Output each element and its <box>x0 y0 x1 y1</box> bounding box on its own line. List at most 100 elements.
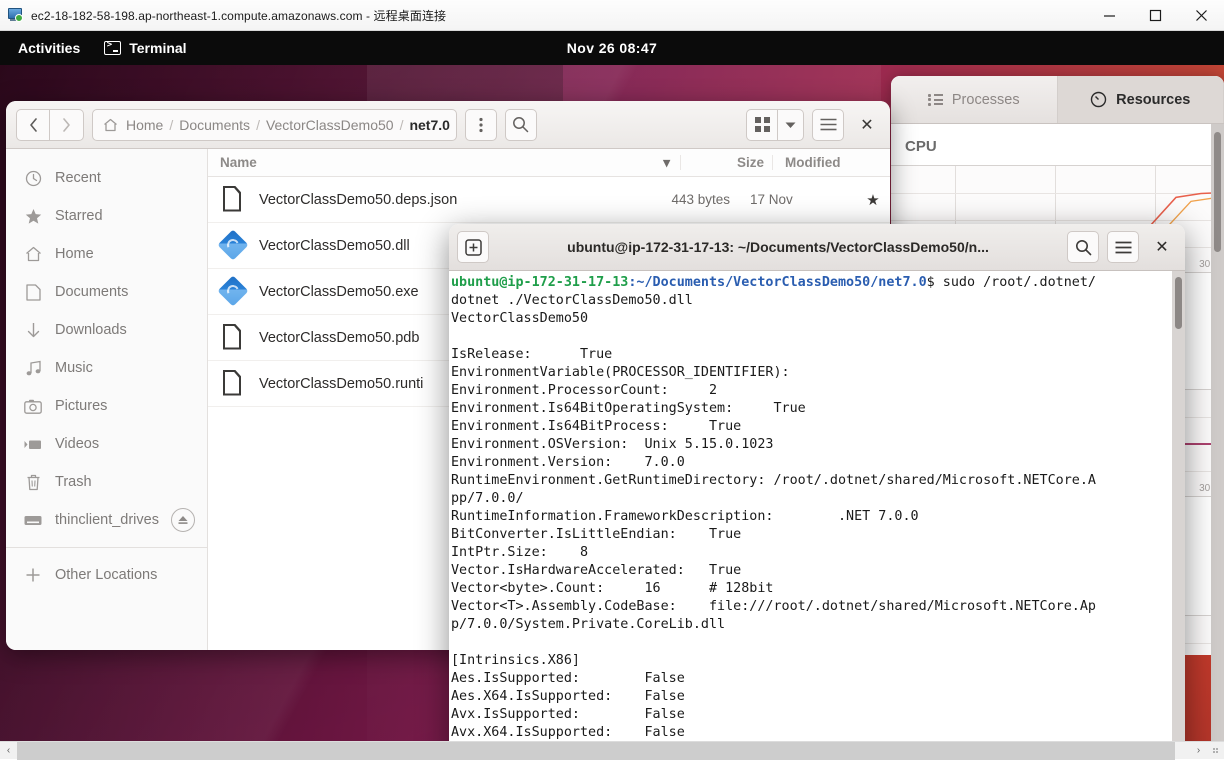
terminal-window: ubuntu@ip-172-31-17-13: ~/Documents/Vect… <box>449 224 1185 741</box>
file-name: VectorClassDemo50.exe <box>259 284 419 300</box>
topbar-app-terminal[interactable]: Terminal <box>94 40 196 56</box>
file-pdb-icon <box>220 323 246 353</box>
rdp-window: ec2-18-182-58-198.ap-northeast-1.compute… <box>0 0 1224 759</box>
tab-processes[interactable]: Processes <box>891 76 1058 123</box>
forward-button[interactable] <box>50 109 84 141</box>
sidebar-item-recent[interactable]: Recent <box>6 159 207 197</box>
table-row[interactable]: VectorClassDemo50.deps.json 443 bytes 17… <box>208 177 890 223</box>
system-monitor-scrollbar[interactable] <box>1211 124 1224 741</box>
column-header-size[interactable]: Size <box>680 155 772 170</box>
minimize-button[interactable] <box>1086 0 1132 31</box>
rdp-horizontal-scrollbar[interactable]: ‹ › <box>0 741 1224 759</box>
sidebar-item-label: Other Locations <box>55 567 157 583</box>
star-icon[interactable]: ★ <box>856 191 890 209</box>
sidebar-item-label: Starred <box>55 208 103 224</box>
search-icon[interactable] <box>505 109 537 141</box>
clock-icon <box>24 170 42 187</box>
sidebar-item-videos[interactable]: Videos <box>6 425 207 463</box>
rdp-titlebar: ec2-18-182-58-198.ap-northeast-1.compute… <box>0 0 1224 31</box>
sidebar-item-starred[interactable]: Starred <box>6 197 207 235</box>
sidebar-item-label: Recent <box>55 170 101 186</box>
list-icon <box>928 94 943 106</box>
search-icon[interactable] <box>1067 231 1099 263</box>
column-header-name[interactable]: Name ▾ <box>208 155 680 171</box>
resize-grip[interactable] <box>1207 742 1224 760</box>
file-binary-icon <box>220 231 246 261</box>
terminal-scrollbar[interactable] <box>1172 271 1185 741</box>
sidebar-item-label: Music <box>55 360 93 376</box>
file-name: VectorClassDemo50.runti <box>259 376 423 392</box>
rdp-window-controls <box>1086 0 1224 31</box>
topbar-app-label: Terminal <box>129 40 186 56</box>
tab-resources-label: Resources <box>1116 92 1190 108</box>
terminal-prompt-command: $ sudo /root/.dotnet/ <box>927 275 1096 290</box>
file-manager-toolbar: Home / Documents / VectorClassDemo50 / n… <box>6 101 890 149</box>
grid-view-icon[interactable] <box>746 109 778 141</box>
new-tab-icon[interactable] <box>457 231 489 263</box>
file-manager-sidebar: Recent Starred Home <box>6 149 208 650</box>
tab-resources[interactable]: Resources <box>1058 76 1224 123</box>
breadcrumb-item-net70[interactable]: net7.0 <box>409 117 449 133</box>
scrollbar-thumb[interactable] <box>17 742 1175 760</box>
video-icon <box>24 438 42 451</box>
file-name: VectorClassDemo50.deps.json <box>259 192 457 208</box>
close-button[interactable] <box>1178 0 1224 31</box>
sidebar-item-label: Pictures <box>55 398 107 414</box>
view-options-icon[interactable] <box>465 109 497 141</box>
breadcrumb-item-documents[interactable]: Documents <box>179 117 250 133</box>
document-icon <box>24 284 42 301</box>
scroll-right-arrow-icon[interactable]: › <box>1190 742 1207 760</box>
home-icon <box>24 246 42 262</box>
back-button[interactable] <box>16 109 50 141</box>
terminal-output-line <box>451 634 1185 652</box>
column-header-name-label: Name <box>220 155 257 170</box>
file-name: VectorClassDemo50.pdb <box>259 330 419 346</box>
file-name: VectorClassDemo50.dll <box>259 238 410 254</box>
terminal-output-line: IsRelease: True <box>451 346 1185 364</box>
scroll-left-arrow-icon[interactable]: ‹ <box>0 742 17 760</box>
file-manager-close-button[interactable]: ✕ <box>852 109 882 141</box>
file-binary-icon <box>220 277 246 307</box>
terminal-output-line: RuntimeInformation.FrameworkDescription:… <box>451 508 1185 526</box>
scrollbar-thumb[interactable] <box>1214 132 1221 252</box>
terminal-body[interactable]: ubuntu@ip-172-31-17-13:~/Documents/Vecto… <box>449 271 1185 741</box>
gauge-icon <box>1090 91 1107 108</box>
gnome-clock[interactable]: Nov 26 08:47 <box>567 40 657 56</box>
terminal-output-line: Vector.IsHardwareAccelerated: True <box>451 562 1185 580</box>
scrollbar-thumb[interactable] <box>1175 277 1182 329</box>
sidebar-item-thinclient-drives[interactable]: thinclient_drives <box>6 501 207 539</box>
sidebar-item-home[interactable]: Home <box>6 235 207 273</box>
file-size: 443 bytes <box>646 192 738 207</box>
tab-processes-label: Processes <box>952 92 1020 108</box>
breadcrumb[interactable]: Home / Documents / VectorClassDemo50 / n… <box>92 109 457 141</box>
breadcrumb-separator: / <box>169 117 173 133</box>
column-header-modified[interactable]: Modified <box>772 155 890 170</box>
sidebar-divider <box>6 547 207 548</box>
sidebar-item-other-locations[interactable]: Other Locations <box>6 556 207 594</box>
sidebar-item-music[interactable]: Music <box>6 349 207 387</box>
sidebar-item-documents[interactable]: Documents <box>6 273 207 311</box>
maximize-button[interactable] <box>1132 0 1178 31</box>
sidebar-item-label: Documents <box>55 284 128 300</box>
sidebar-item-downloads[interactable]: Downloads <box>6 311 207 349</box>
sidebar-item-label: Videos <box>55 436 99 452</box>
gnome-top-bar: Activities Terminal Nov 26 08:47 <box>0 31 1224 65</box>
sidebar-item-label: Trash <box>55 474 92 490</box>
terminal-close-button[interactable]: ✕ <box>1147 231 1177 263</box>
terminal-output-line: Aes.X64.IsSupported: False <box>451 688 1185 706</box>
sidebar-item-pictures[interactable]: Pictures <box>6 387 207 425</box>
breadcrumb-item-vectorclassdemo50[interactable]: VectorClassDemo50 <box>266 117 394 133</box>
terminal-output-line: Vector<byte>.Count: 16 # 128bit <box>451 580 1185 598</box>
eject-button[interactable] <box>171 508 195 532</box>
sidebar-item-trash[interactable]: Trash <box>6 463 207 501</box>
sort-indicator-icon: ▾ <box>663 155 680 171</box>
hamburger-menu-icon[interactable] <box>812 109 844 141</box>
terminal-icon <box>104 41 121 55</box>
chevron-down-icon[interactable] <box>778 109 804 141</box>
hamburger-menu-icon[interactable] <box>1107 231 1139 263</box>
breadcrumb-item-home[interactable]: Home <box>126 117 163 133</box>
terminal-output-line: EnvironmentVariable(PROCESSOR_IDENTIFIER… <box>451 364 1185 382</box>
scrollbar-track[interactable] <box>17 742 1190 760</box>
plus-icon <box>24 567 42 583</box>
activities-button[interactable]: Activities <box>0 31 94 65</box>
